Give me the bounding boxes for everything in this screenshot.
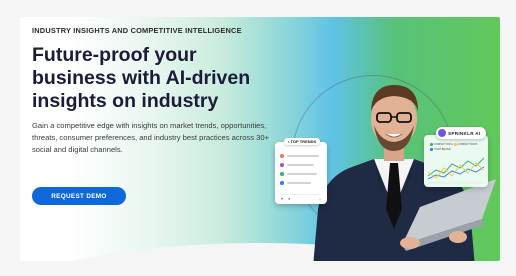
top-trends-label: ▪ TOP TRENDS [284,138,321,145]
trend-dot [280,154,284,158]
trend-row [280,163,324,167]
top-trends-card: ▪ TOP TRENDS ♥ ● ○ [275,138,327,204]
legend-item: COMPETITOR A [430,143,453,146]
trend-icon: ▪ [288,139,290,144]
hero-headline: Future-proof your business with AI-drive… [32,44,251,112]
sprinklr-ai-badge: SPRINKLR AI [436,127,487,139]
trend-row [280,154,324,158]
trend-dot [280,181,284,185]
like-icon: ♥ [281,196,284,201]
sprinklr-ai-card: SPRINKLR AI COMPETITOR A COMPETITOR B YO… [424,127,488,187]
sprinklr-logo-icon [438,129,446,137]
request-demo-button[interactable]: REQUEST DEMO [32,187,126,205]
trend-row [280,181,324,185]
trend-line-chart [428,157,484,184]
trend-dot [280,172,284,176]
legend-item: YOUR BRAND [430,148,451,151]
trend-row [280,172,324,176]
share-icon: ○ [319,196,322,201]
comment-icon: ● [288,196,291,201]
eyebrow-label: INDUSTRY INSIGHTS AND COMPETITIVE INTELL… [32,26,242,35]
hero-description: Gain a competitive edge with insights on… [32,121,270,154]
hero-banner: INDUSTRY INSIGHTS AND COMPETITIVE INTELL… [20,17,500,261]
legend-item: COMPETITOR B [454,143,477,146]
trend-dot [280,163,284,167]
